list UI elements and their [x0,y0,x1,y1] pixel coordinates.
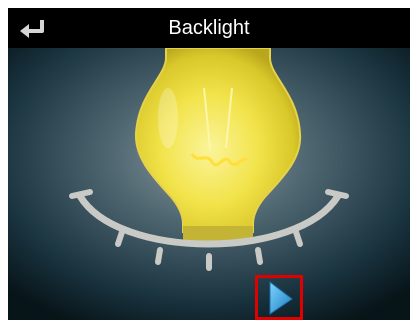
title-bar: Backlight [8,8,410,48]
device-screen: Backlight [8,8,410,320]
page-title: Backlight [168,17,250,39]
play-triangle-icon [269,280,293,315]
backlight-illustration [8,48,410,320]
next-button[interactable] [255,275,303,320]
